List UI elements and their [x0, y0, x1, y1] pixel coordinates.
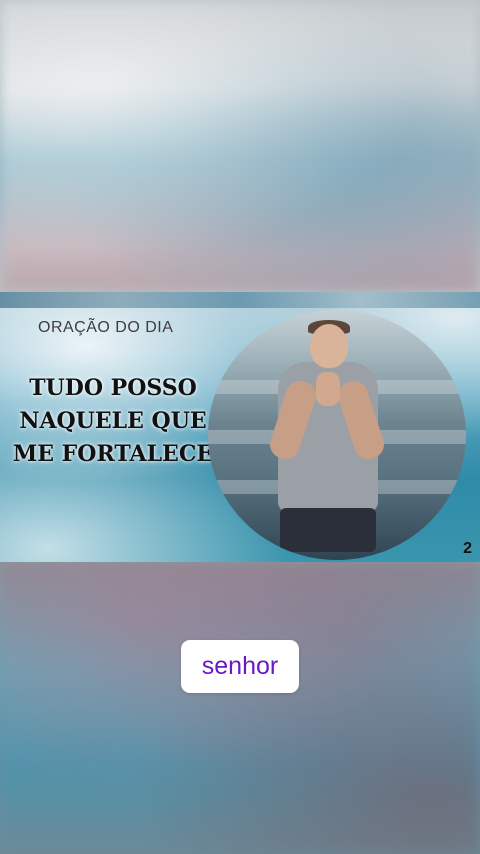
- blurred-background-top: [0, 0, 480, 292]
- caption-word: senhor: [201, 652, 279, 680]
- praying-man-photo: [208, 310, 466, 560]
- cloud-strip: [0, 292, 480, 308]
- blurred-background-bottom: [0, 562, 480, 854]
- subtitle: ORAÇÃO DO DIA: [38, 319, 174, 336]
- person-head: [310, 324, 348, 368]
- page-number: 2: [463, 540, 472, 557]
- video-frame: ORAÇÃO DO DIA TUDO POSSO NAQUELE QUE ME …: [0, 292, 480, 562]
- headline: TUDO POSSO NAQUELE QUE ME FORTALECE: [12, 375, 214, 467]
- person-legs: [280, 508, 376, 552]
- praying-hands: [316, 372, 340, 406]
- caption-pill: senhor: [181, 640, 299, 693]
